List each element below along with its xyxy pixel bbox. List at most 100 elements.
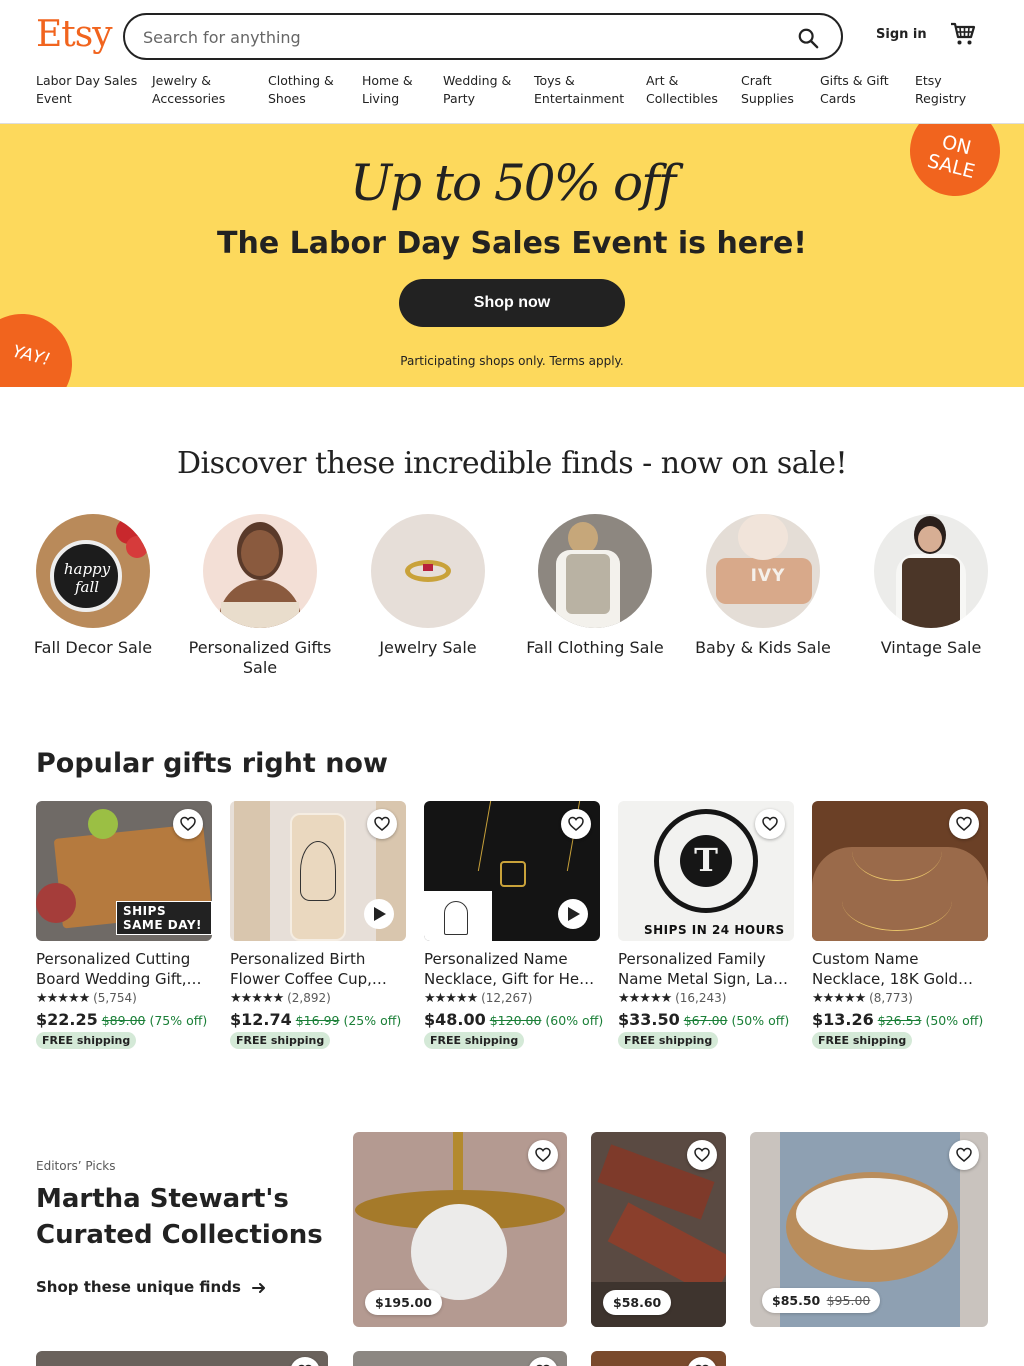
category-image: [874, 514, 988, 628]
heart-icon: [956, 816, 972, 831]
search-bar[interactable]: [123, 13, 843, 60]
favorite-button[interactable]: [528, 1357, 558, 1366]
ships-same-day-tag: SHIPS SAME DAY!: [116, 901, 212, 935]
popular-gifts-title: Popular gifts right now: [36, 748, 388, 779]
shop-now-button[interactable]: Shop now: [399, 279, 625, 327]
sale-banner: ON SALE YAY! Up to 50% off The Labor Day…: [0, 124, 1024, 387]
favorite-button[interactable]: [949, 1140, 979, 1170]
free-shipping-badge: FREE shipping: [36, 1032, 137, 1049]
category-fall-decor[interactable]: happy fall Fall Decor Sale: [18, 514, 168, 658]
video-play-button[interactable]: [364, 899, 394, 929]
heart-icon: [762, 816, 778, 831]
free-shipping-badge: FREE shipping: [618, 1032, 719, 1049]
heart-icon: [374, 816, 390, 831]
product-price: $13.26 $26.53 (50% off): [812, 1010, 984, 1029]
banner-headline: Up to 50% off: [349, 154, 676, 212]
product-price: $22.25 $89.00 (75% off): [36, 1010, 208, 1029]
star-rating-icon: ★★★★★: [812, 991, 866, 1006]
product-price: $12.74 $16.99 (25% off): [230, 1010, 402, 1029]
favorite-button[interactable]: [687, 1140, 717, 1170]
sign-in-link[interactable]: Sign in: [876, 27, 927, 42]
nav-item-gifts[interactable]: Gifts & Gift Cards: [820, 72, 930, 108]
product-price: $48.00 $120.00 (60% off): [424, 1010, 604, 1029]
favorite-button[interactable]: [290, 1357, 320, 1366]
price-pill: $58.60: [603, 1290, 672, 1315]
product-title[interactable]: Personalized Birth Flower Coffee Cup, Gl…: [230, 949, 406, 989]
editors-pick-card[interactable]: [36, 1351, 328, 1366]
category-personalized-gifts[interactable]: Personalized Gifts Sale: [185, 514, 335, 678]
nav-item-jewelry[interactable]: Jewelry & Accessories: [152, 72, 262, 108]
category-baby-kids[interactable]: IVY Baby & Kids Sale: [688, 514, 838, 658]
favorite-button[interactable]: [367, 809, 397, 839]
product-rating: ★★★★★ (12,267): [424, 991, 533, 1006]
category-image: [538, 514, 652, 628]
etsy-logo[interactable]: Etsy: [36, 14, 113, 55]
product-card[interactable]: Personalized Birth Flower Coffee Cup, Gl…: [230, 801, 406, 1049]
product-image[interactable]: T SHIPS IN 24 HOURS: [618, 801, 794, 941]
heart-icon: [956, 1147, 972, 1162]
search-input[interactable]: [143, 25, 763, 49]
product-title[interactable]: Personalized Name Necklace, Gift for Her…: [424, 949, 600, 989]
arrow-right-icon: [252, 1282, 266, 1293]
category-image: IVY: [706, 514, 820, 628]
product-rating: ★★★★★ (2,892): [230, 991, 331, 1006]
product-card[interactable]: Custom Name Necklace, 18K Gold Name Neck…: [812, 801, 988, 1049]
product-card[interactable]: SHIPS SAME DAY! Personalized Cutting Boa…: [36, 801, 212, 1049]
cart-icon[interactable]: [950, 22, 976, 46]
free-shipping-badge: FREE shipping: [812, 1032, 913, 1049]
category-jewelry[interactable]: Jewelry Sale: [353, 514, 503, 658]
product-card[interactable]: T SHIPS IN 24 HOURS Personalized Family …: [618, 801, 794, 1049]
editors-pick-card[interactable]: $85.50 $95.00: [750, 1132, 988, 1327]
price-pill: $195.00: [365, 1290, 442, 1315]
editors-pick-card[interactable]: $58.60: [591, 1132, 726, 1327]
editors-pick-card[interactable]: $195.00: [353, 1132, 567, 1327]
star-rating-icon: ★★★★★: [618, 991, 672, 1006]
editors-pick-card[interactable]: [591, 1351, 726, 1366]
nav-item-art[interactable]: Art & Collectibles: [646, 72, 756, 108]
favorite-button[interactable]: [173, 809, 203, 839]
category-fall-clothing[interactable]: Fall Clothing Sale: [520, 514, 670, 658]
favorite-button[interactable]: [755, 809, 785, 839]
heart-icon: [694, 1147, 710, 1162]
favorite-button[interactable]: [561, 809, 591, 839]
product-price: $33.50 $67.00 (50% off): [618, 1010, 790, 1029]
free-shipping-badge: FREE shipping: [230, 1032, 331, 1049]
category-vintage[interactable]: Vintage Sale: [856, 514, 1006, 658]
nav-item-registry[interactable]: Etsy Registry: [915, 72, 995, 108]
product-rating: ★★★★★ (5,754): [36, 991, 137, 1006]
ships-24-hours-tag: SHIPS IN 24 HOURS: [644, 923, 785, 937]
product-image[interactable]: [812, 801, 988, 941]
product-title[interactable]: Personalized Family Name Metal Sign, Las…: [618, 949, 794, 989]
product-rating: ★★★★★ (16,243): [618, 991, 727, 1006]
editors-pick-card[interactable]: [353, 1351, 567, 1366]
product-image[interactable]: [230, 801, 406, 941]
yay-badge: YAY!: [0, 303, 83, 387]
shop-unique-finds-link[interactable]: Shop these unique finds: [36, 1278, 266, 1296]
nav-item-toys[interactable]: Toys & Entertainment: [534, 72, 644, 108]
category-image: happy fall: [36, 514, 150, 628]
favorite-button[interactable]: [949, 809, 979, 839]
favorite-button[interactable]: [528, 1140, 558, 1170]
category-image: [203, 514, 317, 628]
star-rating-icon: ★★★★★: [36, 991, 90, 1006]
heart-icon: [180, 816, 196, 831]
product-card[interactable]: Personalized Name Necklace, Gift for Her…: [424, 801, 604, 1049]
search-icon[interactable]: [797, 27, 819, 49]
product-title[interactable]: Personalized Cutting Board Wedding Gift,…: [36, 949, 212, 989]
site-header: Etsy Sign in Labor Day SalesEvent Jewelr…: [0, 0, 1024, 124]
star-rating-icon: ★★★★★: [424, 991, 478, 1006]
discover-title: Discover these incredible finds - now on…: [176, 446, 848, 481]
product-image[interactable]: SHIPS SAME DAY!: [36, 801, 212, 941]
nav-item-labor-day-sales[interactable]: Labor Day Sales Event: [36, 72, 146, 108]
star-rating-icon: ★★★★★: [230, 991, 284, 1006]
product-rating: ★★★★★ (8,773): [812, 991, 913, 1006]
category-image: [371, 514, 485, 628]
product-image[interactable]: [424, 801, 600, 941]
banner-terms[interactable]: Participating shops only. Terms apply.: [0, 354, 1024, 368]
play-icon: [374, 907, 386, 921]
price-pill: $85.50 $95.00: [762, 1288, 881, 1313]
video-play-button[interactable]: [558, 899, 588, 929]
free-shipping-badge: FREE shipping: [424, 1032, 525, 1049]
favorite-button[interactable]: [687, 1357, 717, 1366]
product-title[interactable]: Custom Name Necklace, 18K Gold Name Neck…: [812, 949, 988, 989]
